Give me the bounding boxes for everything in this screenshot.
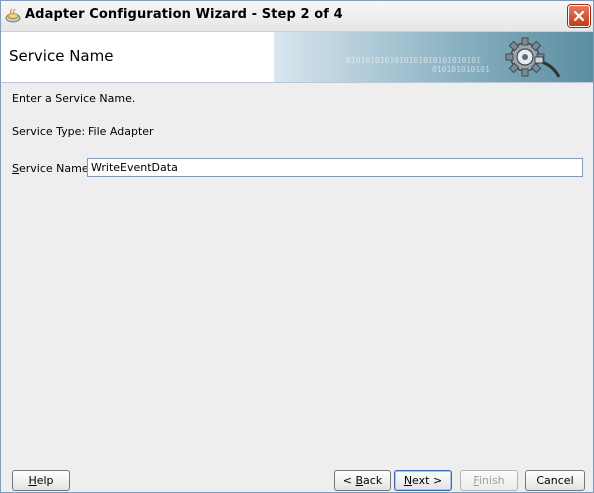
title-bar[interactable]: Adapter Configuration Wizard - Step 2 of… <box>1 1 593 32</box>
window-title: Adapter Configuration Wizard - Step 2 of… <box>25 7 343 22</box>
help-mnemonic: H <box>28 474 37 487</box>
wizard-window: Adapter Configuration Wizard - Step 2 of… <box>0 0 594 493</box>
help-button[interactable]: Help <box>12 470 70 491</box>
back-label-rest: ack <box>363 474 383 487</box>
banner-binary-text-2: 010101010101 <box>432 65 490 74</box>
cancel-button[interactable]: Cancel <box>525 470 585 491</box>
service-type-value: File Adapter <box>88 125 154 138</box>
instructions-text: Enter a Service Name. <box>12 92 136 105</box>
close-icon <box>573 10 585 22</box>
page-title: Service Name <box>9 47 114 65</box>
gear-plug-icon <box>505 37 561 78</box>
next-label-rest: ext > <box>412 474 443 487</box>
service-type-label: Service Type: <box>12 125 86 138</box>
close-button[interactable] <box>568 5 590 27</box>
back-button[interactable]: < Back <box>334 470 391 491</box>
service-name-mnemonic: S <box>12 162 19 175</box>
content-panel: Enter a Service Name. Service Type: File… <box>1 83 593 453</box>
header-banner: Service Name 010101010101010101010101010… <box>1 32 593 83</box>
service-name-label-rest: ervice Name: <box>18 162 93 175</box>
next-button[interactable]: Next > <box>394 470 452 491</box>
help-label-rest: elp <box>36 474 54 487</box>
back-mnemonic: B <box>355 474 364 487</box>
finish-button: Finish <box>460 470 518 491</box>
next-mnemonic: N <box>403 474 413 487</box>
finish-label-rest: inish <box>478 474 505 487</box>
coffee-cup-icon <box>5 7 21 23</box>
service-name-label: Service Name: <box>12 162 92 175</box>
banner-binary-text: 0101010101010101010101010101 <box>346 56 481 65</box>
service-name-input[interactable] <box>87 158 583 177</box>
back-prefix: < <box>342 474 356 487</box>
